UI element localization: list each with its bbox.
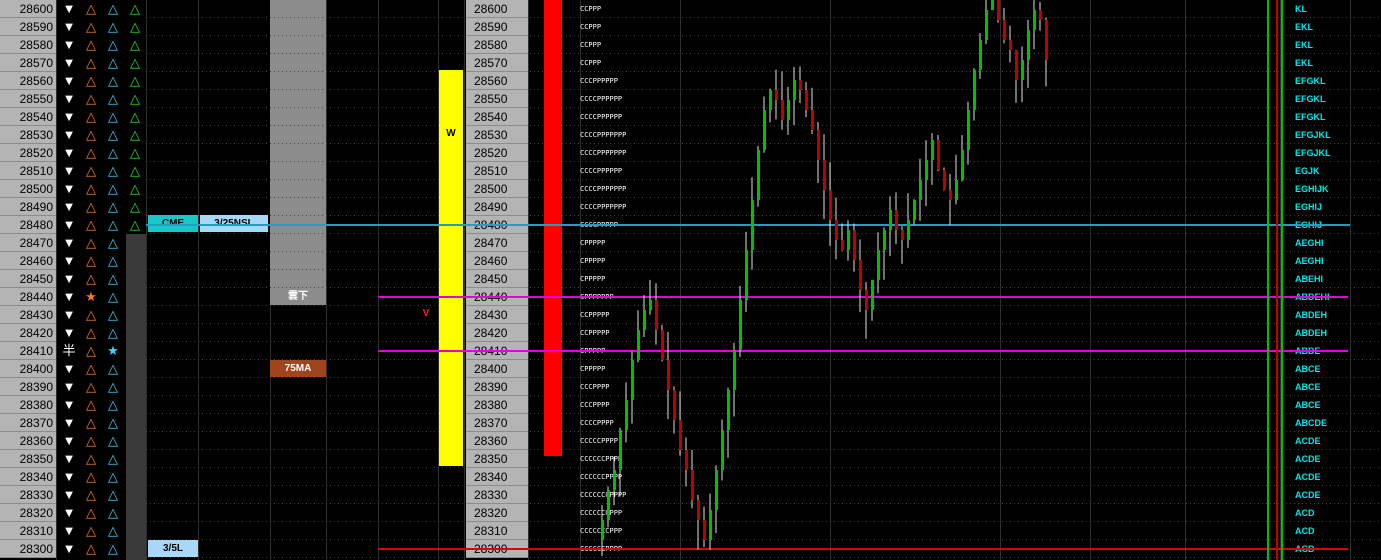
- candle-body: [907, 220, 910, 240]
- candle-body: [787, 100, 790, 120]
- candle-body: [913, 200, 916, 220]
- candle-body: [667, 360, 670, 390]
- candle-body: [715, 470, 718, 510]
- candle-body: [1033, 10, 1036, 30]
- candle-body: [769, 90, 772, 110]
- candle-body: [601, 520, 604, 540]
- candle-body: [859, 260, 862, 290]
- candle-body: [931, 140, 934, 160]
- candle-body: [1039, 10, 1042, 20]
- candle-body: [811, 110, 814, 130]
- candle-body: [967, 110, 970, 150]
- candle-body: [655, 300, 658, 330]
- candle-body: [661, 330, 664, 360]
- candle-body: [745, 250, 748, 300]
- candle-body: [805, 90, 808, 110]
- candle-body: [985, 10, 988, 40]
- candle-body: [961, 150, 964, 180]
- candle-body: [979, 40, 982, 70]
- candle-body: [673, 390, 676, 420]
- candle-body: [817, 130, 820, 160]
- candle-body: [925, 160, 928, 180]
- candle-body: [757, 150, 760, 200]
- candle-body: [721, 430, 724, 470]
- candle-body: [901, 230, 904, 240]
- candle-body: [889, 210, 892, 230]
- candle-body: [943, 170, 946, 190]
- price-ladder-board: 28600 ▼ △ △ △ 28600 CCPPP KL 28590 ▼ △ △ △ 28590 CCPPP…: [0, 0, 1381, 560]
- candle-body: [919, 180, 922, 200]
- candle-body: [697, 500, 700, 520]
- candle-body: [865, 290, 868, 310]
- candle-body: [1009, 40, 1012, 50]
- candle-body: [631, 360, 634, 400]
- candle-body: [691, 470, 694, 500]
- candle-body: [829, 190, 832, 220]
- candle-body: [1027, 30, 1030, 60]
- candle-body: [703, 520, 706, 540]
- candle-body: [751, 200, 754, 250]
- candle-body: [949, 190, 952, 200]
- candle-body: [823, 160, 826, 190]
- candle-body: [1015, 50, 1018, 80]
- candle-body: [799, 80, 802, 90]
- candle-body: [847, 230, 850, 250]
- candle-body: [709, 510, 712, 540]
- candle-body: [649, 300, 652, 310]
- candle-body: [781, 100, 784, 120]
- candle-body: [637, 330, 640, 360]
- candle-body: [853, 230, 856, 260]
- candle-body: [1045, 20, 1048, 60]
- candle-body: [1021, 60, 1024, 80]
- candle-body: [937, 140, 940, 170]
- candle-body: [955, 180, 958, 200]
- candle-body: [991, 0, 994, 10]
- candle-body: [1003, 20, 1006, 40]
- candle-body: [763, 110, 766, 150]
- candle-body: [841, 240, 844, 250]
- candle-body: [973, 70, 976, 110]
- candle-body: [613, 470, 616, 490]
- candle-body: [679, 420, 682, 450]
- candle-body: [625, 400, 628, 430]
- candle-body: [883, 230, 886, 250]
- candle-body: [997, 0, 1000, 20]
- candle-body: [871, 280, 874, 310]
- candle-body: [685, 450, 688, 470]
- candle-body: [775, 90, 778, 100]
- candlestick-chart: [601, 0, 1048, 556]
- candle-body: [793, 80, 796, 100]
- candle-body: [835, 220, 838, 240]
- candle-body: [619, 430, 622, 470]
- candle-body: [643, 310, 646, 330]
- candle-body: [739, 300, 742, 350]
- candle-body: [895, 210, 898, 230]
- candle-body: [877, 250, 880, 280]
- candle-body: [727, 390, 730, 430]
- candle-body: [733, 350, 736, 390]
- candle-body: [607, 490, 610, 520]
